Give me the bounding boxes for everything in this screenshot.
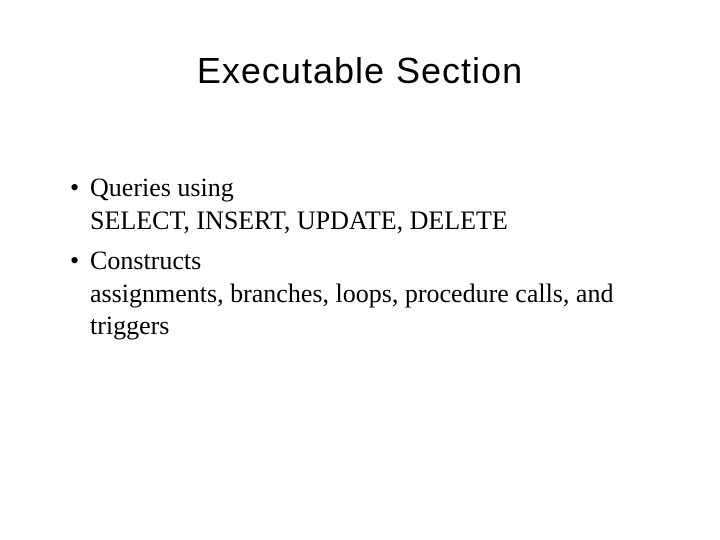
bullet-text-line: Constructs — [90, 245, 650, 278]
list-item: Queries using SELECT, INSERT, UPDATE, DE… — [90, 172, 650, 237]
bullet-text-line: SELECT, INSERT, UPDATE, DELETE — [90, 205, 650, 238]
list-item: Constructs assignments, branches, loops,… — [90, 245, 650, 343]
bullet-text-line: assignments, branches, loops, procedure … — [90, 278, 650, 343]
bullet-list: Queries using SELECT, INSERT, UPDATE, DE… — [70, 172, 650, 343]
slide-title: Executable Section — [70, 50, 650, 92]
bullet-text-line: Queries using — [90, 172, 650, 205]
